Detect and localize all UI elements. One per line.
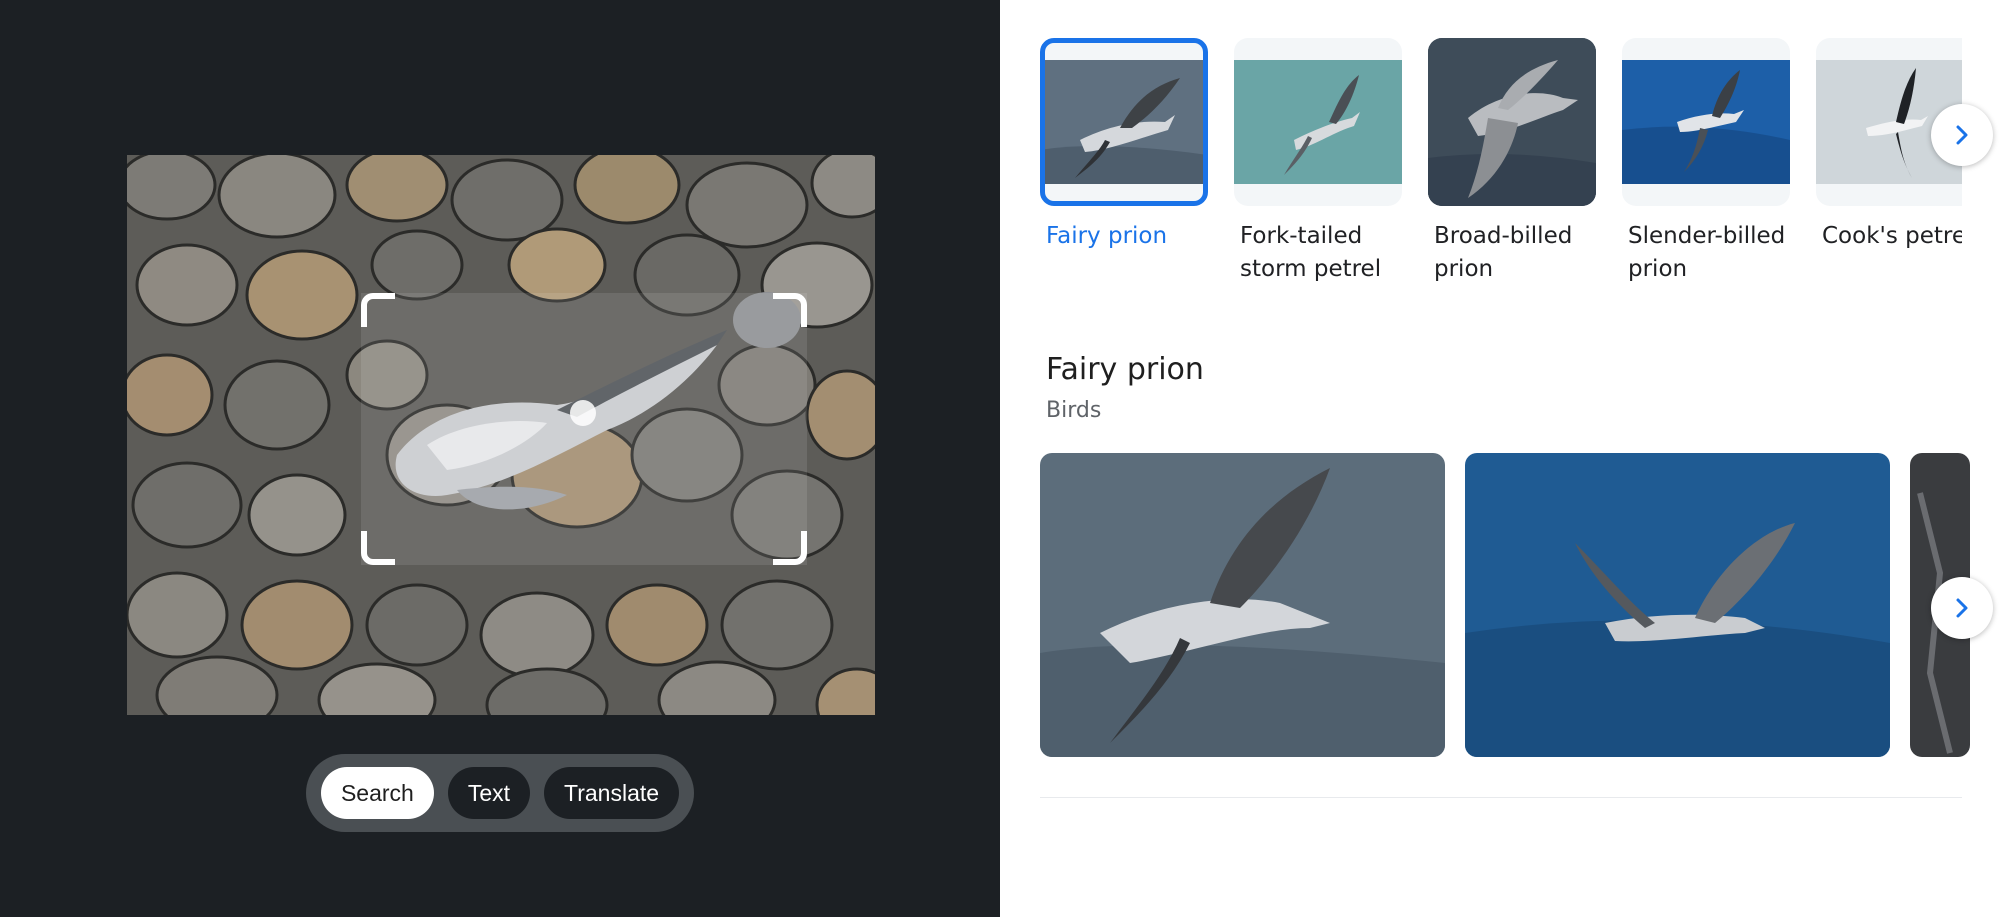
chip-label: Slender-billed prion xyxy=(1628,223,1786,282)
chip-label: Cook's petre xyxy=(1822,223,1962,249)
search-mode-button[interactable]: Search xyxy=(320,767,434,819)
chip-fork-tailed-storm-petrel[interactable]: Fork-tailed storm petrel xyxy=(1234,38,1410,286)
focus-point-dot[interactable] xyxy=(570,400,596,426)
result-image[interactable] xyxy=(1465,453,1890,757)
crop-handle-top-right[interactable] xyxy=(773,293,807,327)
result-category: Birds xyxy=(1046,398,1102,423)
chip-thumbnail xyxy=(1234,38,1402,206)
section-divider xyxy=(1040,797,1962,798)
chip-label: Fork-tailed storm petrel xyxy=(1240,223,1382,282)
lens-mode-bar: Search Text Translate xyxy=(306,754,694,832)
chip-thumbnail xyxy=(1040,38,1208,206)
chip-slender-billed-prion[interactable]: Slender-billed prion xyxy=(1622,38,1798,286)
chip-broad-billed-prion[interactable]: Broad-billed prion xyxy=(1428,38,1604,286)
lens-viewer-pane: Search Text Translate xyxy=(0,0,1000,917)
chips-next-button[interactable] xyxy=(1931,104,1993,166)
translate-mode-button[interactable]: Translate xyxy=(544,767,680,819)
crop-selection-box[interactable] xyxy=(361,293,807,565)
visual-match-chips: Fairy prion Fork-tailed storm petrel Bro… xyxy=(1040,38,1962,298)
chip-label: Broad-billed prion xyxy=(1434,223,1573,282)
results-pane: Fairy prion Fork-tailed storm petrel Bro… xyxy=(1000,0,2000,917)
chip-thumbnail xyxy=(1428,38,1596,206)
results-next-button[interactable] xyxy=(1931,577,1993,639)
chip-label: Fairy prion xyxy=(1046,223,1168,249)
text-mode-button[interactable]: Text xyxy=(447,767,531,819)
chip-thumbnail xyxy=(1622,38,1790,206)
chevron-right-icon xyxy=(1956,598,1968,618)
crop-handle-bottom-right[interactable] xyxy=(773,531,807,565)
result-title: Fairy prion xyxy=(1046,352,1204,387)
crop-handle-bottom-left[interactable] xyxy=(361,531,395,565)
result-image[interactable] xyxy=(1040,453,1445,757)
crop-handle-top-left[interactable] xyxy=(361,293,395,327)
chip-fairy-prion[interactable]: Fairy prion xyxy=(1040,38,1216,253)
chevron-right-icon xyxy=(1956,125,1968,145)
